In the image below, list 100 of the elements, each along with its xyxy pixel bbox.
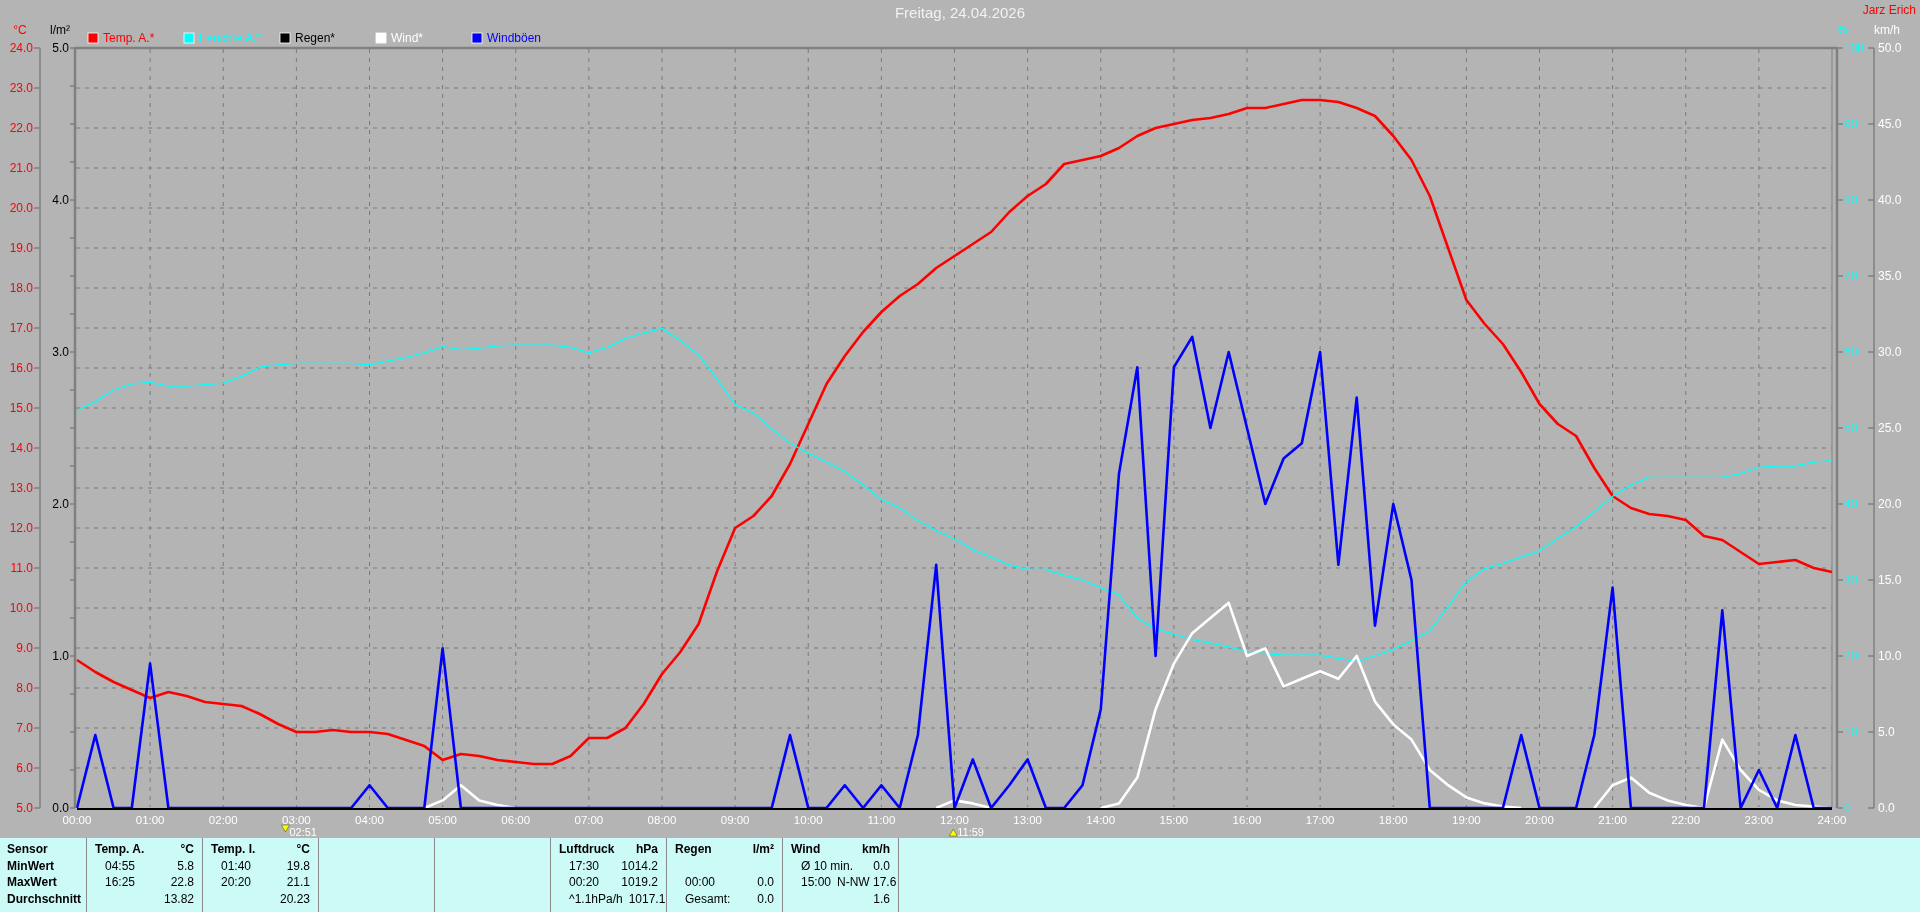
- tick-label: 21:00: [1598, 814, 1627, 826]
- tick-label: 60: [1844, 345, 1858, 359]
- table-cell-text: ^1.1hPa/h: [568, 891, 623, 906]
- tick-label: 35.0: [1878, 269, 1902, 283]
- author-label: Jarz Erich: [1862, 3, 1916, 17]
- tick-label: 18:00: [1378, 814, 1408, 826]
- tick-label: 14:00: [1086, 814, 1116, 826]
- tick-label: 10.0: [1878, 649, 1902, 663]
- table-cell: 19.8: [286, 858, 310, 873]
- tick-label: 06:00: [501, 814, 531, 826]
- tick-label: 5.0: [52, 41, 69, 55]
- column-unit: km/h: [862, 842, 890, 857]
- tick-label: 90: [1844, 117, 1858, 131]
- column-unit: hPa: [636, 842, 658, 857]
- tick-label: 4.0: [52, 193, 69, 207]
- tick-label: 13:00: [1013, 814, 1042, 826]
- table-cell-text: 17:30: [568, 858, 600, 873]
- table-cell: N-NW 17.6: [837, 875, 897, 890]
- table-cell-text: 15:00: [800, 875, 832, 890]
- tick-label: 13.0: [9, 481, 33, 495]
- chart-title: Freitag, 24.04.2026: [894, 4, 1026, 21]
- tick-label: 01:00: [135, 814, 165, 826]
- tick-label: 20: [1844, 649, 1858, 663]
- column-header: Wind: [791, 842, 821, 857]
- tick-label: 00:00: [62, 814, 92, 826]
- tick-label: 70: [1844, 269, 1858, 283]
- marker-arrow-icon: [949, 828, 958, 837]
- tick-label: 50.0: [1878, 41, 1902, 55]
- tick-label: 8.0: [16, 681, 33, 695]
- tick-label: 16:00: [1232, 814, 1262, 826]
- tick-label: 7.0: [16, 721, 33, 735]
- marker-arrow-icon: [281, 824, 290, 833]
- table-cell: 1014.2: [621, 858, 658, 873]
- tick-label: 11:00: [867, 814, 896, 826]
- time-label: 11:59: [957, 826, 984, 838]
- tick-label: 22.0: [9, 121, 33, 135]
- tick-label: 18.0: [9, 281, 33, 295]
- legend-label: Regen*: [295, 31, 336, 45]
- table-cell-text: 16:25: [104, 875, 136, 890]
- tick-label: 12:00: [940, 814, 969, 826]
- tick-label: 40.0: [1878, 193, 1902, 207]
- tick-label: 10.0: [9, 601, 33, 615]
- table-cell-text: 01:40: [220, 858, 252, 873]
- tick-label: 20:00: [1525, 814, 1554, 826]
- tick-label: 6.0: [16, 761, 33, 775]
- tick-label: 02:00: [208, 814, 238, 826]
- column-header: Luftdruck: [559, 842, 615, 857]
- tick-label: 5.0: [1878, 725, 1895, 739]
- tick-label: 10: [1844, 725, 1858, 739]
- tick-label: 80: [1844, 193, 1858, 207]
- table-cell: 1019.2: [621, 875, 658, 890]
- tick-label: 1.0: [52, 649, 69, 663]
- tick-label: 30.0: [1878, 345, 1902, 359]
- tick-label: 10:00: [793, 814, 823, 826]
- tick-label: 05:00: [428, 814, 457, 826]
- tick-label: 22:00: [1671, 814, 1701, 826]
- column-unit: l/m²: [752, 842, 774, 857]
- column-header: Regen: [675, 842, 712, 857]
- tick-label: 45.0: [1878, 117, 1902, 131]
- tick-label: 2.0: [52, 497, 69, 511]
- table-cell: 13.82: [163, 891, 194, 906]
- axis-unit: °C: [13, 23, 27, 37]
- tick-label: 50: [1844, 421, 1858, 435]
- column-unit: °C: [180, 842, 194, 857]
- tick-label: 20.0: [1878, 497, 1902, 511]
- legend-label: Feuchte A.*: [199, 31, 262, 45]
- table-cell-text: Gesamt:: [684, 891, 731, 906]
- table-cell: 20.23: [279, 891, 310, 906]
- tick-label: 12.0: [9, 521, 33, 535]
- legend-label: Windböen: [487, 31, 542, 45]
- tick-label: 17.0: [9, 321, 33, 335]
- tick-label: 23:00: [1744, 814, 1774, 826]
- tick-label: 07:00: [574, 814, 604, 826]
- table-cell: 22.8: [170, 875, 194, 890]
- tick-label: 16.0: [9, 361, 33, 375]
- table-cell-text: 20:20: [220, 875, 252, 890]
- column-header: Temp. I.: [211, 842, 256, 857]
- legend-label: Temp. A.*: [103, 31, 155, 45]
- table-cell: 0.0: [757, 875, 774, 890]
- table-cell: 0.0: [873, 858, 890, 873]
- tick-label: 25.0: [1878, 421, 1902, 435]
- row-label: MaxWert: [7, 874, 58, 891]
- tick-label: 15.0: [1878, 573, 1902, 587]
- tick-label: 03:00: [282, 814, 311, 826]
- tick-label: 3.0: [52, 345, 69, 359]
- tick-label: 0.0: [52, 801, 69, 815]
- table-cell: 1017.1: [628, 891, 666, 906]
- tick-label: 23.0: [9, 81, 33, 95]
- tick-label: 24.0: [9, 41, 33, 55]
- table-cell: 21.1: [286, 875, 310, 890]
- tick-label: 9.0: [16, 641, 33, 655]
- table-cell-text: 00:20: [568, 875, 600, 890]
- tick-label: 5.0: [16, 801, 33, 815]
- tick-label: 0.0: [1878, 801, 1895, 815]
- table-cell: 1.6: [873, 891, 890, 906]
- tick-label: 15.0: [9, 401, 33, 415]
- table-cell: 5.8: [177, 858, 194, 873]
- table-cell: 0.0: [757, 891, 774, 906]
- tick-label: 19.0: [9, 241, 33, 255]
- tick-label: 15:00: [1159, 814, 1189, 826]
